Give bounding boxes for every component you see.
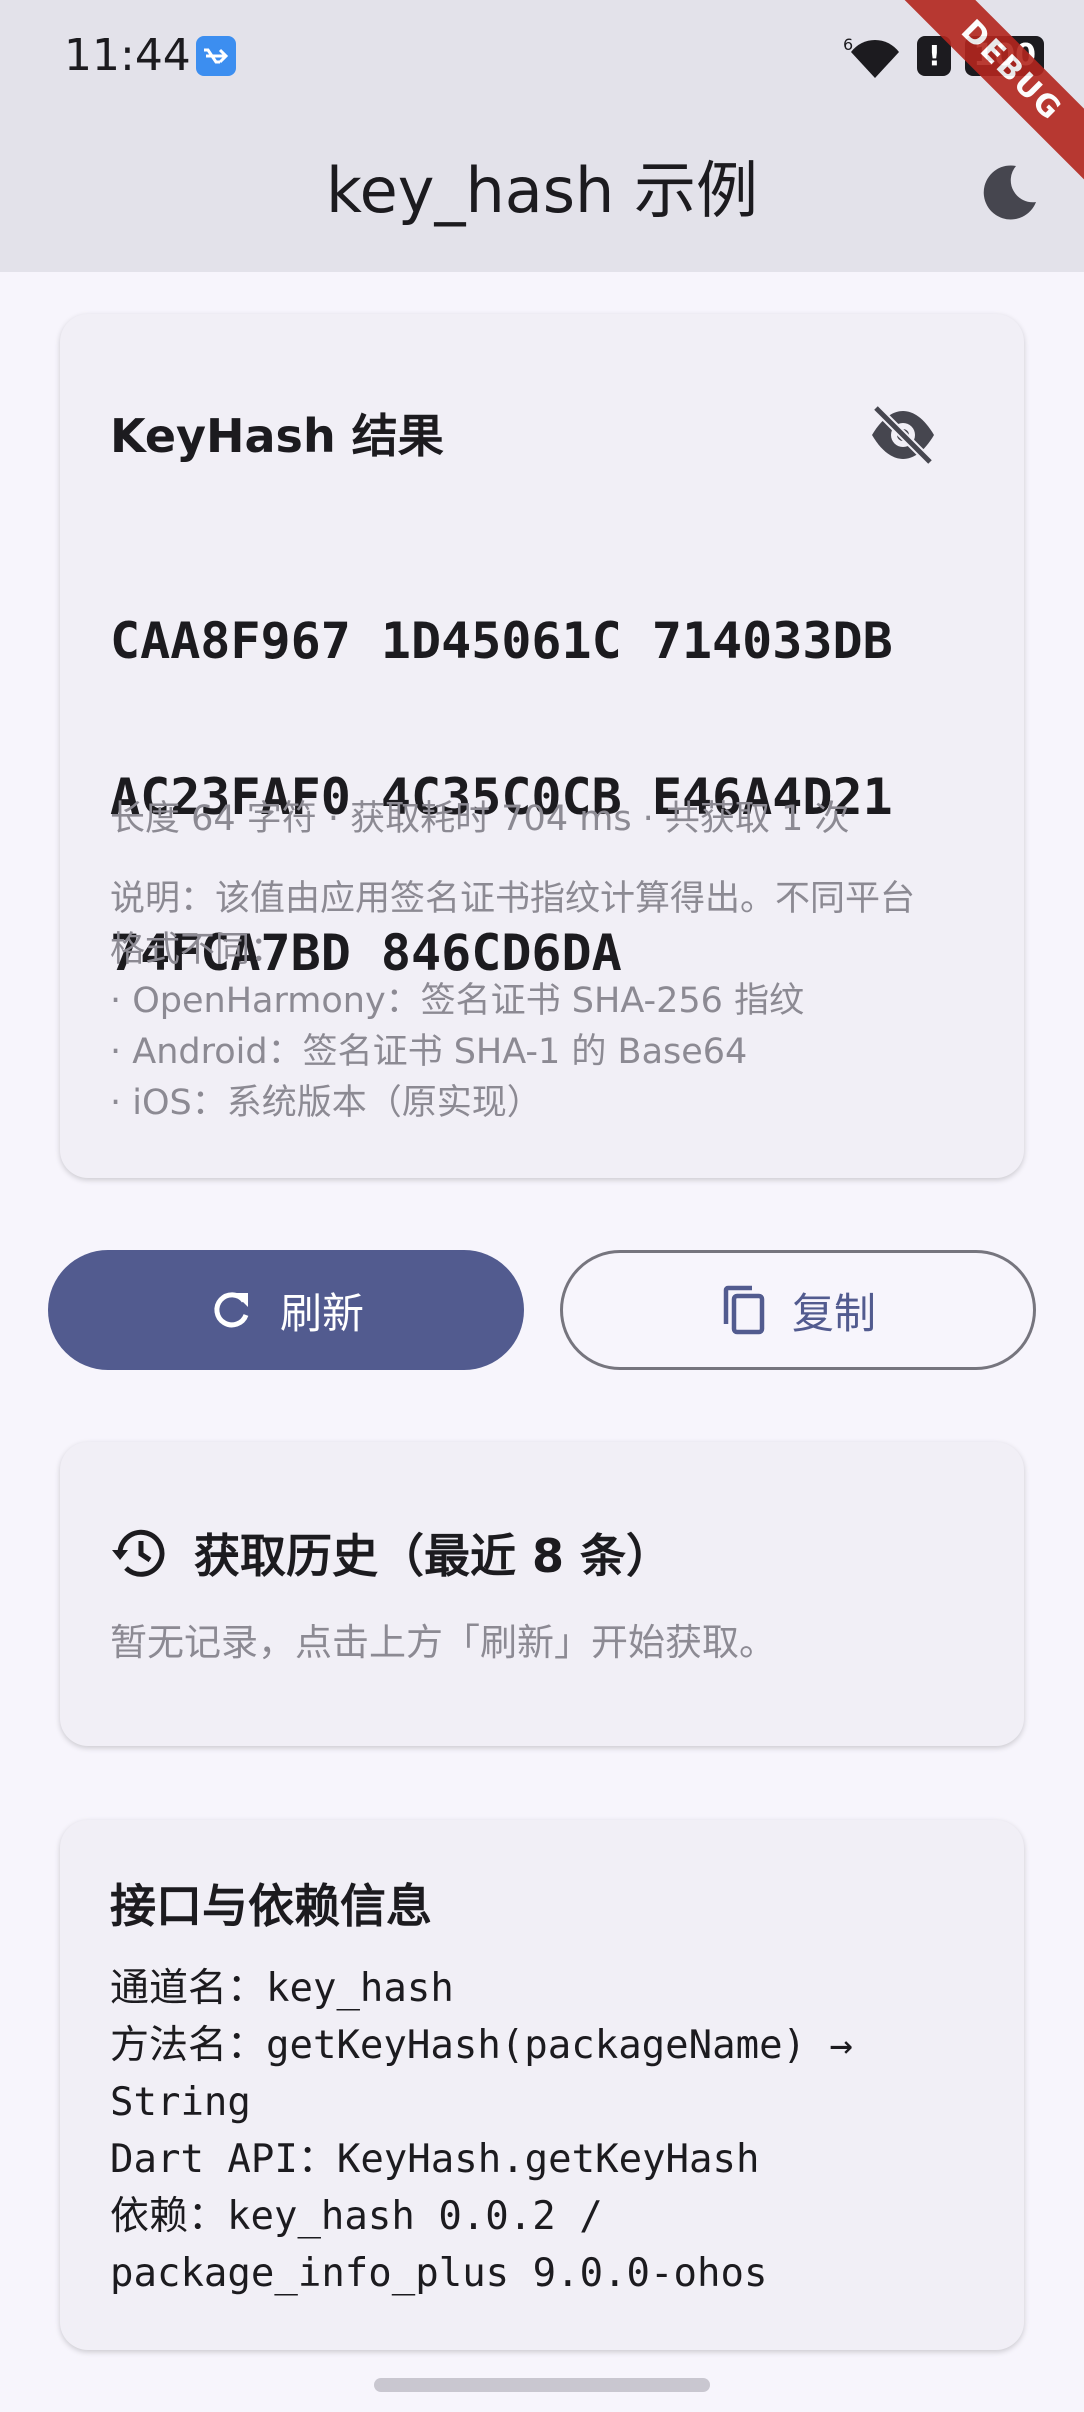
home-indicator[interactable] bbox=[374, 2378, 710, 2392]
copy-label: 复制 bbox=[791, 1288, 876, 1338]
result-note: 说明：该值由应用签名证书指纹计算得出。不同平台 格式不同： · OpenHarm… bbox=[110, 874, 980, 1129]
info-line: 通道名：key_hash bbox=[110, 1966, 454, 2011]
visibility-off-icon[interactable] bbox=[868, 400, 938, 470]
history-title-row: 获取历史（最近 8 条） bbox=[110, 1520, 672, 1586]
copy-icon bbox=[723, 1285, 765, 1335]
dark-mode-moon-icon[interactable] bbox=[978, 160, 1042, 224]
history-icon bbox=[112, 1529, 165, 1577]
refresh-label: 刷新 bbox=[279, 1288, 364, 1338]
note-line: · iOS：系统版本（原实现） bbox=[110, 1083, 542, 1123]
api-info-card: 接口与依赖信息 通道名：key_hash 方法名：getKeyHash(pack… bbox=[60, 1820, 1024, 2350]
note-line: · Android：签名证书 SHA-1 的 Base64 bbox=[110, 1032, 748, 1072]
result-card-title: KeyHash 结果 bbox=[110, 409, 444, 463]
usb-icon bbox=[196, 36, 236, 76]
keyhash-result-card: KeyHash 结果 CAA8F967 1D45061C 714033DB AC… bbox=[60, 314, 1024, 1178]
copy-button[interactable]: 复制 bbox=[560, 1250, 1036, 1370]
status-time: 11:44 bbox=[64, 30, 191, 81]
wifi-icon: 6 bbox=[843, 35, 900, 78]
refresh-icon bbox=[214, 1292, 249, 1328]
history-title: 获取历史（最近 8 条） bbox=[194, 1529, 673, 1583]
note-line: 格式不同： bbox=[110, 930, 286, 970]
app-header: 11:44 6 ! 100 DEBUG key_hash 示例 bbox=[0, 0, 1084, 272]
signal-label: 6 bbox=[843, 35, 853, 54]
info-line: Dart API：KeyHash.getKeyHash bbox=[110, 2137, 760, 2182]
info-line: 方法名：getKeyHash(packageName) → bbox=[110, 2023, 853, 2068]
history-card: 获取历史（最近 8 条） 暂无记录，点击上方「刷新」开始获取。 bbox=[60, 1442, 1024, 1746]
info-line: package_info_plus 9.0.0-ohos bbox=[110, 2251, 768, 2296]
note-line: 说明：该值由应用签名证书指纹计算得出。不同平台 bbox=[110, 879, 916, 919]
history-empty-text: 暂无记录，点击上方「刷新」开始获取。 bbox=[110, 1621, 776, 1664]
info-line: String bbox=[110, 2080, 251, 2125]
page-title: key_hash 示例 bbox=[325, 154, 759, 227]
refresh-button[interactable]: 刷新 bbox=[48, 1250, 524, 1370]
info-body: 通道名：key_hash 方法名：getKeyHash(packageName)… bbox=[110, 1960, 853, 2302]
result-meta: 长度 64 字符 · 获取耗时 704 ms · 共获取 1 次 bbox=[110, 799, 850, 839]
info-card-title: 接口与依赖信息 bbox=[110, 1879, 432, 1933]
info-line: 依赖：key_hash 0.0.2 / bbox=[110, 2194, 603, 2239]
hash-line: CAA8F967 1D45061C 714033DB bbox=[110, 612, 893, 670]
note-line: · OpenHarmony：签名证书 SHA-256 指纹 bbox=[110, 981, 805, 1021]
